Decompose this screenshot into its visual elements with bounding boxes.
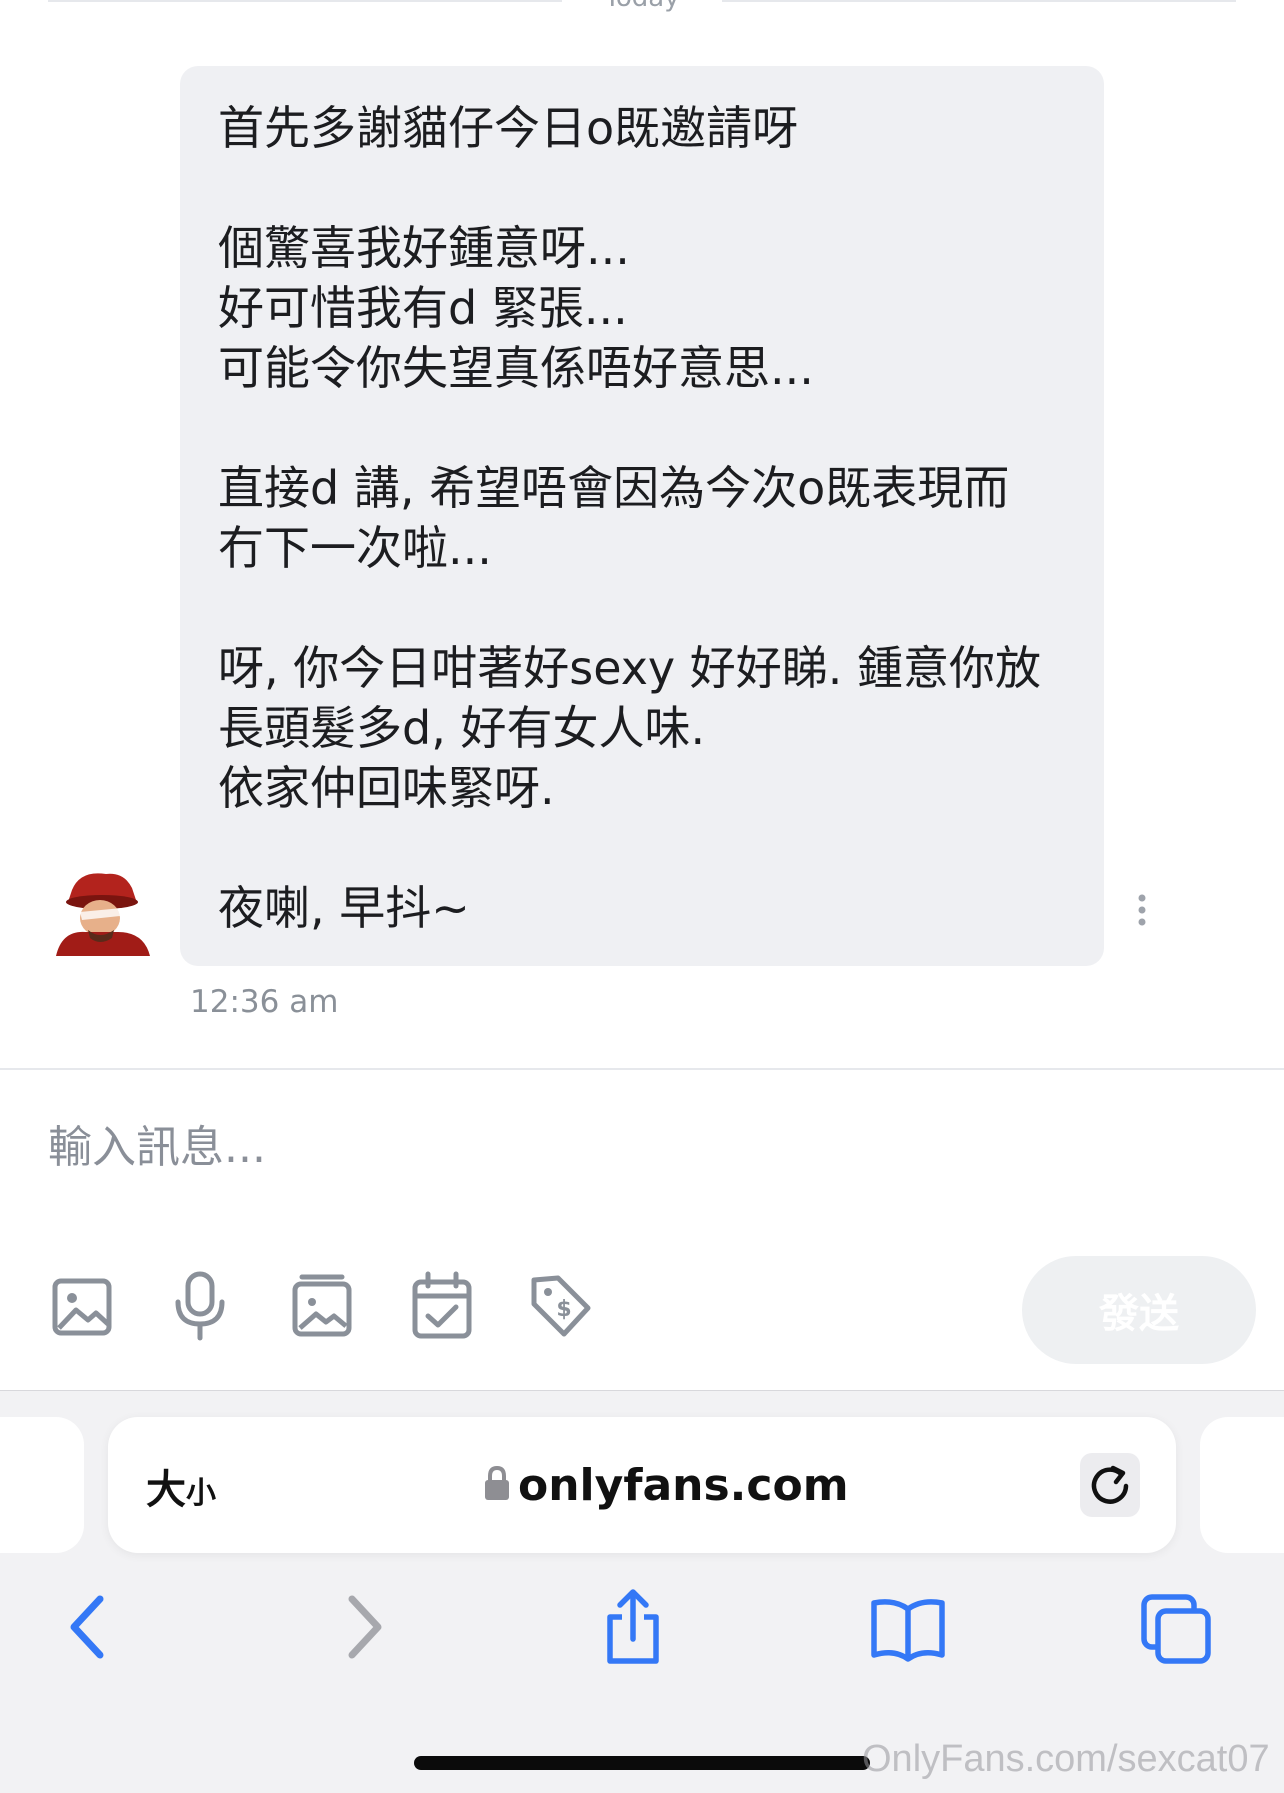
address-bar[interactable]: 大小 onlyfans.com [108,1417,1176,1553]
message-timestamp: 12:36 am [190,984,339,1020]
divider-line-left [48,0,562,2]
price-tag-icon[interactable]: $ [528,1270,592,1342]
text-size-button[interactable]: 大小 [146,1457,216,1515]
browser-chrome: 大小 onlyfans.com [0,1390,1284,1793]
day-label: Today [562,0,722,12]
media-vault-icon[interactable] [290,1270,354,1342]
day-divider: Today [0,0,1284,16]
message-line: 可能令你失望真係唔好意思... [218,341,814,395]
send-button[interactable]: 發送 [1022,1256,1256,1364]
lock-icon [484,1465,510,1505]
microphone-icon[interactable] [168,1270,232,1342]
chat-screen: Today 首先多謝貓仔今日o既邀請呀 個驚喜我好鍾意呀... 好可惜我有d 緊… [0,0,1284,1793]
divider-line-right [722,0,1236,2]
forward-icon[interactable] [340,1587,390,1667]
message-line: 個驚喜我好鍾意呀... [218,221,630,275]
home-indicator [414,1756,870,1770]
url-display[interactable]: onlyfans.com [484,1455,849,1515]
text-size-small: 小 [186,1476,216,1511]
message-line: 長頭髮多d, 好有女人味. [218,701,706,755]
message-input[interactable]: 輸入訊息... [48,1118,948,1178]
previous-tab-preview[interactable] [0,1417,84,1553]
back-icon[interactable] [62,1587,112,1667]
message-line: 夜喇, 早抖~ [218,881,470,935]
bookmarks-icon[interactable] [868,1587,948,1667]
text-size-big: 大 [146,1467,186,1513]
watermark: OnlyFans.com/sexcat07 [862,1738,1270,1780]
message-line: 好可惜我有d 緊張... [218,281,628,335]
message-line: 首先多謝貓仔今日o既邀請呀 [218,101,799,155]
message-line: 依家仲回味緊呀. [218,761,555,815]
share-icon[interactable] [600,1587,666,1667]
avatar[interactable] [52,866,152,956]
message-line: 呀, 你今日咁著好sexy 好好睇. 鍾意你放 [218,641,1042,695]
message-line: 冇下一次啦... [218,521,492,575]
svg-text:$: $ [556,1297,571,1322]
reload-icon[interactable] [1080,1453,1140,1517]
more-options-icon[interactable] [1132,892,1152,932]
tabs-icon[interactable] [1140,1587,1216,1667]
message-line: 直接d 講, 希望唔會因為今次o既表現而 [218,461,1010,515]
image-icon[interactable] [50,1270,114,1342]
next-tab-preview[interactable] [1200,1417,1284,1553]
calendar-check-icon[interactable] [410,1270,474,1342]
message-bubble: 首先多謝貓仔今日o既邀請呀 個驚喜我好鍾意呀... 好可惜我有d 緊張... 可… [180,66,1104,966]
url-text: onlyfans.com [518,1459,849,1511]
composer-divider [0,1068,1284,1070]
